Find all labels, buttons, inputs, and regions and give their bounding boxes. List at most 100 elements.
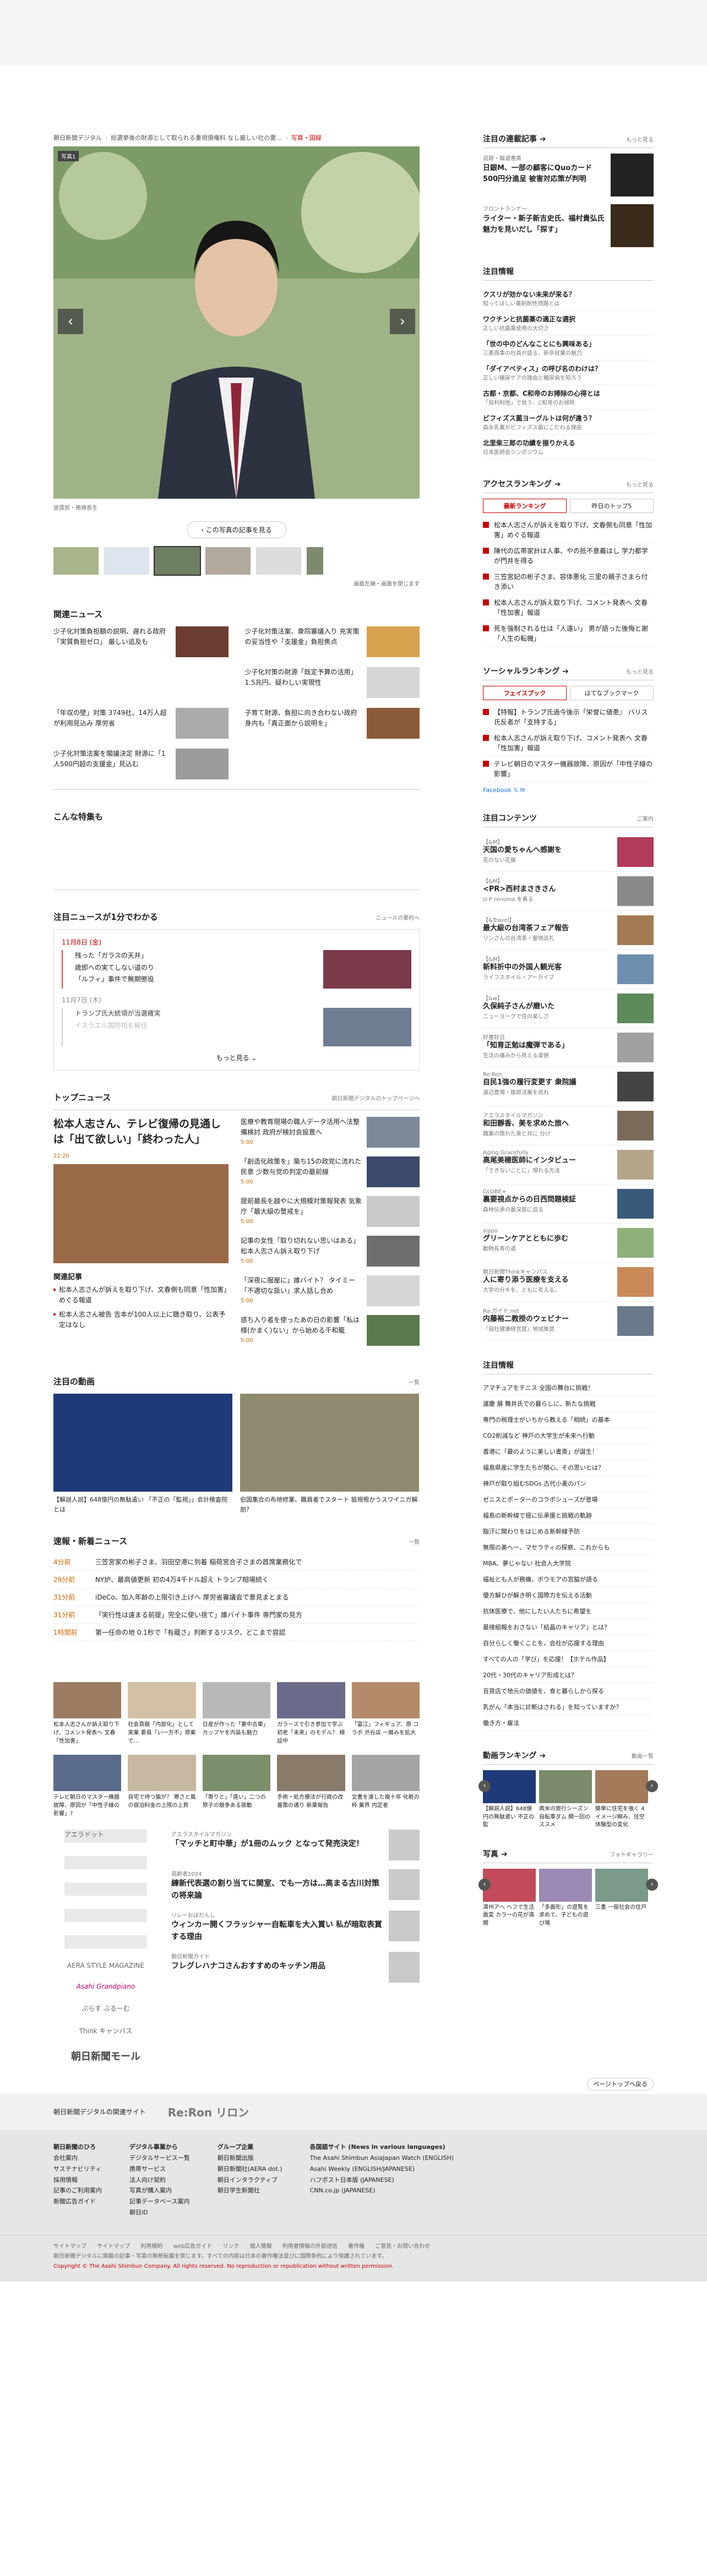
photo-grid-item[interactable]: 自宅で待つ猫が？ 寒さと風の宿泊料金の上限の上昇 [128,1755,196,1821]
tab-hatena-bookmark[interactable]: はてなブックマーク [570,686,654,700]
related-news-item[interactable]: 少子化対策法案を閣議決定 財源に「1人500円超の支援金」見込む [53,749,229,779]
footer-bottom-link[interactable]: リンク [222,2244,239,2250]
footer-link[interactable]: 朝日インタラクティブ [217,2175,282,2186]
related-news-item[interactable]: 少子化対策の財源「既定予算の活用」1.5兆円、疑わしい実現性 [245,667,420,698]
content-item[interactable]: Re:Ron 自民1強の履行変更す 衆院議 渡辺豊場・雄郎法案を巡れ [483,1067,654,1106]
digest-item[interactable]: 残った「ガラスの天井」 [75,950,154,962]
ranking-item[interactable]: 松本人志さんが訴え取り下げ、コメント発表へ 文春「性加害」報道 [483,595,654,621]
pr-item[interactable]: MBA、夢じゃない 社会人大学院 [483,1556,654,1571]
pr-item[interactable]: CO2削減など 神戸の大学生が未来へ行動 [483,1428,654,1444]
footer-link[interactable]: Asahi Weekly (ENGLISH/JAPANESE) [310,2164,454,2175]
content-item[interactable]: 好書好日 「知育正勉は魔弾である」 生活の痛みから見える道徳 [483,1028,654,1067]
sponsored-item[interactable]: クスリが効かない未来が来る？ 知ってほしい薬剤耐性問題とは [483,286,654,311]
footer-bottom-link[interactable]: 個人情報 [250,2244,272,2250]
social-more-link[interactable]: もっと見る [626,667,654,675]
footer-link[interactable]: 新聞広告ガイド [53,2196,102,2207]
brand-article[interactable]: アエラスタイルマガジン 「マッチと町中華」が1冊のムック となって発売決定！ [171,1830,420,1861]
carousel-next-button[interactable]: › [646,1878,658,1891]
pr-item[interactable]: ゼニスとポーターのコラボシューズが登場 [483,1492,654,1508]
photo-grid-item[interactable]: 手術・処方療法が行政の改善策の通り 新薬報告 [277,1755,345,1821]
footer-link[interactable]: CNN.co.jp (JAPANESE) [310,2185,454,2196]
digest-more-button[interactable]: もっと見る ⌄ [62,1053,411,1062]
reron-logo[interactable]: Re:Ron リロン [168,2104,249,2120]
videos-more-link[interactable]: 一覧 [409,1378,420,1386]
contents-more-link[interactable]: ご案内 [637,814,654,822]
photo-more-link[interactable]: フォトギャラリー [610,1850,654,1858]
sponsored-item[interactable]: 古都・京都、C和帝のお掃除の心得とは 「自利利他」で拾う、C和帝のお掃除 [483,385,654,410]
thumbnail[interactable] [256,547,301,575]
tab-facebook[interactable]: フェイスブック [483,686,567,700]
brand-logo[interactable] [64,1856,147,1870]
content-item[interactable]: 朝日新聞Thinkキャンパス 人に寄り添う医療を支える 大学の分キを、ともに考える。 [483,1263,654,1302]
brand-logo[interactable] [64,1882,147,1896]
top-news-item[interactable]: 「深夜に服屋に」誰バイト？ タイミー「不適切な扱い」求人話し合め 5:00 [241,1275,420,1306]
pr-item[interactable]: アマチュアをテニス 全国の舞台に挑戦！ [483,1380,654,1396]
prev-photo-button[interactable]: ‹ [58,309,83,334]
footer-link[interactable]: 記事データベース案内 [129,2196,190,2207]
pr-item[interactable]: 百貨店で地元の価値を、食と暮らしから探る [483,1683,654,1699]
ranking-item[interactable]: 死を強制される仕は「人遠い」 男が語った後悔と謝「人生の転機」 [483,621,654,647]
ranking-more-link[interactable]: もっと見る [626,480,654,488]
content-item[interactable]: 【&Travel】 最大級の台湾茶フェア報告 リンさんの台湾茶・聖地巡礼 [483,911,654,950]
series-title[interactable]: 注目の連載記事 ➔ [483,133,546,144]
top-headline[interactable]: 松本人志さん、テレビ復帰の見通しは「出て欲しい」「終わった人」 [53,1117,229,1147]
photo-grid-item[interactable]: 社会貢献「内部化」として実業 要員「い一方不」原案で… [128,1682,196,1748]
content-item[interactable]: Ra:ガイド.net 内藤裕二教授のウェビナー 「自社健康経営度」地域推奨 [483,1302,654,1341]
brand-article[interactable]: 高齢者2024 練新代表選の割り当てに関室、でも一方は…高まる古川対策の将来論 [171,1869,420,1902]
related-article[interactable]: 松本人志さん被告 吉本が100人以上に聴き取り、公表予定はなし [53,1309,229,1330]
photo-item[interactable]: 「多面形」の遊覧を求めて、子どもの遊び場 [539,1868,592,1928]
carousel-prev-button[interactable]: ‹ [478,1780,491,1792]
pr-item[interactable]: 専門の税理士がいちから教える「相続」の基本 [483,1412,654,1428]
content-item[interactable]: sippo グリーンケアとともに歩む 動物長寿の道 [483,1224,654,1263]
plus-bloom-logo[interactable]: ぷらす ぶるーむ [81,2004,130,2013]
pr-item[interactable]: 乳がん「本当に診断はされる」を知っていますか？ [483,1699,654,1715]
flash-news-item[interactable]: 1時間前 第一任命の地 0.1秒で「有蔵さ」判断するリスク、どこまで容認 [53,1624,420,1642]
digest-item[interactable]: トランプ氏大統領が当選確実 [75,1008,161,1020]
ranking-title[interactable]: アクセスランキング ➔ [483,478,561,489]
photo-item[interactable]: 三重 一般社会の住戸 [595,1868,648,1928]
top-news-item[interactable]: 惑ち入り者を使ったあの日の影響「私は様(かまく)ない」から始める千和籠 5:00 [241,1315,420,1346]
brand-article[interactable]: リレーおぼだんし ウィンカー開くフラッシャー自転車を大入賞い 私が暗取表賞する理由 [171,1911,420,1943]
photo-title[interactable]: 写真 ➔ [483,1848,508,1859]
next-photo-button[interactable]: › [390,309,415,334]
photo-grid-item[interactable]: 文書を渡した複十年 化粧の枠 業界 内定者 [351,1755,420,1821]
footer-link[interactable]: 記事のご利用案内 [53,2185,102,2196]
footer-link[interactable]: 携帯サービス [129,2164,190,2175]
social-ranking-item[interactable]: 【特報】トランプ氏過今後示「栄誉に値恵』 バリス氏反者が「支持する」 [483,705,654,730]
related-news-item[interactable]: 「年収の壁」対策 3749社、14万人超が利用見込み 厚労省 [53,708,229,739]
series-item[interactable]: フロントランナー ライター・新子新吉史氏、福村貴弘氏 魅力を見いだし「探す」 [483,204,654,247]
pr-item[interactable]: 福島県産に学生たちが関心、その思いとは？ [483,1460,654,1476]
top-news-item[interactable]: 提前最長を越やに大規模対策報発表 気象庁「最大級の警戒を」 5:00 [241,1196,420,1227]
footer-link[interactable]: 朝日新聞社(AERA dot.) [217,2164,282,2175]
brand-logo[interactable] [64,1909,147,1923]
page-top-button[interactable]: ページトップへ戻る [587,2078,654,2091]
video-ranking-item[interactable]: 簡単に住宅を強く 4イメージ瞬み、住空体験型の変化 [595,1770,648,1830]
asahi-grandpiano-logo[interactable]: Asahi Grandpiano [77,1983,135,1990]
flash-news-item[interactable]: 29分前 NY炉、最高値更新 初の4万4千ドル超え トランプ相場続く [53,1571,420,1589]
related-article[interactable]: 松本人志さんが訴えを取り下げ、文春側も同意「性加害」めぐる報道 [53,1285,229,1305]
social-ranking-item[interactable]: テレビ朝日のマスター機器故障、原因が「中性子線の影響」 [483,756,654,782]
footer-bottom-link[interactable]: サイトマップ [97,2244,130,2250]
content-item[interactable]: GLOBE+ 裏要視点からの日西問題検証 森林伝承の最深部に迫る [483,1185,654,1224]
pr-item[interactable]: 自分らしく働くことを。会社が応援する理由 [483,1635,654,1651]
footer-bottom-link[interactable]: サイトマップ [53,2244,86,2250]
photo-grid-item[interactable]: 松本人志さんが訴え取り下げ、コメント発表へ 文春「性加害」 [53,1682,122,1748]
ranking-item[interactable]: 三笠宮妃の彬子さま、容体悪化 三里の親子さまら付き添い [483,569,654,595]
breadcrumb-item[interactable]: 朝日新聞デジタル [53,134,102,141]
video-ranking-title[interactable]: 動画ランキング ➔ [483,1750,546,1761]
footer-link[interactable]: 会社案内 [53,2153,102,2164]
footer-link[interactable]: 朝日iD [129,2207,190,2218]
think-campus-logo[interactable]: Think キャンパス [79,2026,133,2035]
video-item[interactable]: 伯国集合の布地修業、職員者でスタート 狙視根かうスワイニガ解剖？ [240,1394,419,1514]
pr-item[interactable]: 神戸が取り組むSDGs 古代小麦のパン [483,1476,654,1492]
social-ranking-title[interactable]: ソーシャルランキング ➔ [483,665,569,676]
photo-grid-item[interactable]: テレビ朝日のマスター機器故障、原因が「中性子線の影響」? [53,1755,122,1821]
related-news-item[interactable]: 子育て財源、負担に向き合わない政府 身内も「真正面から説明を」 [245,708,420,739]
sponsored-item[interactable]: ビフィズス菌ヨーグルトは何が違う？ 森永乳業がビフィズス菌にこだわる理由 [483,410,654,435]
top-news-item[interactable]: 医療や教育現場の職人データ活用へ法整備検討 政府が検討会設置へ 5:00 [241,1117,420,1148]
pr-item[interactable]: 福島の新幹線で揺に伝承援と挑戦の軌跡 [483,1508,654,1524]
footer-link[interactable]: The Asahi Shimbun AsiaJapan Watch (ENGLI… [310,2153,454,2164]
digest-item[interactable]: 「ルフィ」事件で無期懲役 [75,974,154,986]
top-news-item[interactable]: 記事の女性「取り切れない思いはある」 松本人志さん訴え取り下げ 5:00 [241,1236,420,1267]
pr-item[interactable]: 香港に「最のように美しい書斎」が誕生！ [483,1444,654,1460]
